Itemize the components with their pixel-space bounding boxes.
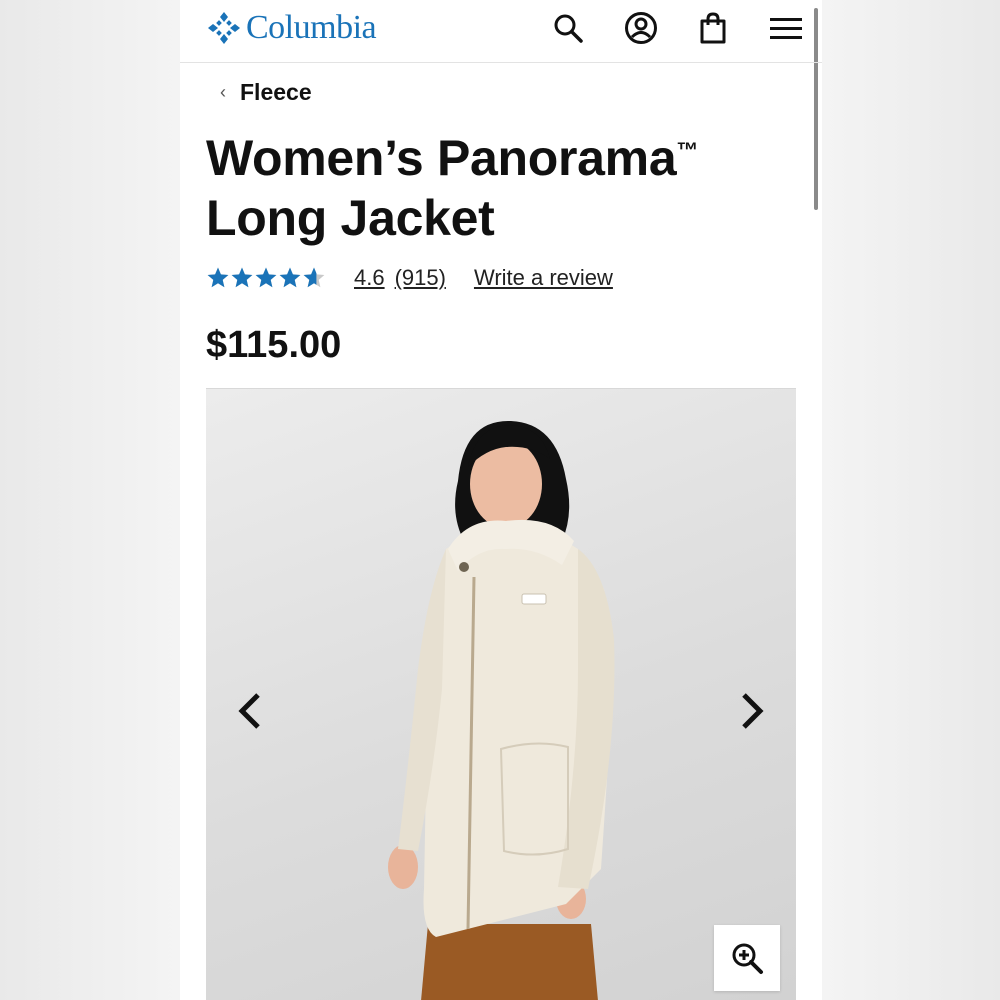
chevron-left-icon (238, 693, 260, 729)
product-image-gallery[interactable] (206, 388, 796, 1000)
site-header: Columbia (180, 0, 822, 63)
cart-button[interactable] (695, 10, 731, 46)
review-count[interactable]: (915) (395, 265, 446, 291)
star-icon (303, 267, 325, 288)
previous-image-button[interactable] (230, 689, 270, 733)
star-icon (231, 267, 253, 288)
back-chevron-icon: ‹ (220, 81, 226, 102)
cart-icon (700, 12, 726, 44)
chevron-right-icon (742, 693, 764, 729)
columbia-diamond-icon (208, 12, 240, 44)
zoom-button[interactable] (714, 925, 780, 991)
rating-row: 4.6 (915) Write a review (206, 262, 613, 294)
star-icon (255, 267, 277, 288)
background-left (0, 0, 180, 1000)
star-rating[interactable] (206, 266, 326, 290)
zoom-in-icon (732, 943, 763, 974)
breadcrumb[interactable]: ‹ Fleece (220, 78, 312, 106)
product-title-main: Women’s Panorama (206, 130, 677, 186)
account-button[interactable] (623, 10, 659, 46)
product-title: Women’s Panorama™ Long Jacket (206, 128, 766, 248)
search-icon (554, 14, 583, 43)
background-right (822, 0, 1000, 1000)
menu-icon (770, 18, 802, 39)
menu-button[interactable] (768, 10, 804, 46)
star-icon (207, 267, 229, 288)
brand-name: Columbia (246, 9, 377, 46)
write-review-link[interactable]: Write a review (474, 265, 613, 291)
product-title-second-line: Long Jacket (206, 190, 495, 246)
rating-value[interactable]: 4.6 (354, 265, 385, 291)
product-price: $115.00 (206, 324, 342, 366)
account-icon (625, 12, 657, 44)
search-button[interactable] (550, 10, 586, 46)
brand-logo[interactable]: Columbia (206, 8, 377, 48)
star-icon (279, 267, 301, 288)
product-page: Columbia ‹ Fleece Women’s Panorama™ Long… (180, 0, 822, 1000)
next-image-button[interactable] (732, 689, 772, 733)
breadcrumb-label[interactable]: Fleece (240, 79, 312, 106)
product-image (388, 420, 615, 1000)
trademark-symbol: ™ (676, 137, 699, 163)
